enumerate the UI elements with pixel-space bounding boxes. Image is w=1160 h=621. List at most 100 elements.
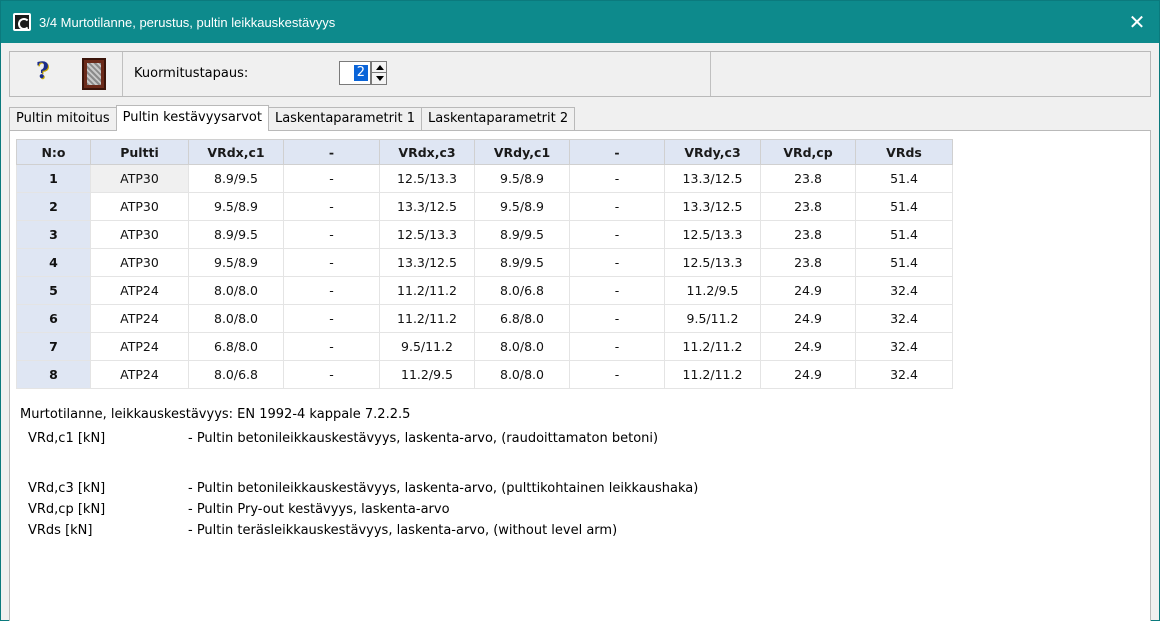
- table-row[interactable]: 6 ATP24 8.0/8.0-11.2/11.2 6.8/8.0-9.5/11.2 2…: [16, 304, 953, 333]
- toolbar: ? Kuormitustapaus: 2: [9, 51, 1151, 97]
- table-cell: -: [569, 192, 665, 221]
- table-cell: -: [283, 332, 380, 361]
- load-case-input[interactable]: 2: [339, 61, 371, 85]
- table-cell: -: [283, 220, 380, 249]
- notes-heading: Murtotilanne, leikkauskestävyys: EN 1992…: [20, 407, 411, 422]
- table-cell: 6.8/8.0: [188, 332, 284, 361]
- row-number: 6: [16, 304, 91, 333]
- bolt-cell[interactable]: ATP24: [90, 332, 189, 361]
- column-header[interactable]: -: [569, 139, 665, 165]
- table-cell: 51.4: [855, 220, 953, 249]
- table-cell: -: [283, 248, 380, 277]
- table-cell: -: [569, 220, 665, 249]
- table-cell: 13.3/12.5: [664, 192, 761, 221]
- column-header[interactable]: VRd,cp: [760, 139, 856, 165]
- table-cell: -: [569, 360, 665, 389]
- table-cell: 8.9/9.5: [474, 248, 570, 277]
- table-cell: 11.2/9.5: [379, 360, 475, 389]
- table-row[interactable]: 2 ATP30 9.5/8.9-13.3/12.5 9.5/8.9-13.3/12.5…: [16, 192, 953, 221]
- definition-row: VRd,c3 [kN] - Pultin betonileikkauskestäv…: [28, 481, 698, 496]
- bolt-cell[interactable]: ATP24: [90, 360, 189, 389]
- table-cell: -: [283, 304, 380, 333]
- definition-desc: - Pultin betonileikkauskestävyys, lasken…: [188, 431, 659, 446]
- load-case-value: 2: [353, 65, 368, 81]
- definition-key: VRd,c1 [kN]: [28, 431, 106, 446]
- table-cell: 8.9/9.5: [188, 164, 284, 193]
- table-row[interactable]: 8 ATP24 8.0/6.8-11.2/9.5 8.0/8.0-11.2/11.2 2…: [16, 360, 953, 389]
- tab-laskentaparametrit-1[interactable]: Laskentaparametrit 1: [267, 107, 423, 131]
- table-cell: 9.5/8.9: [188, 248, 284, 277]
- help-icon[interactable]: ?: [36, 58, 60, 90]
- bolt-cell[interactable]: ATP30: [90, 164, 189, 193]
- table-cell: 24.9: [760, 276, 856, 305]
- tab-pultin-kestavyysarvot[interactable]: Pultin kestävyysarvot: [115, 105, 269, 131]
- table-cell: -: [283, 192, 380, 221]
- table-cell: 51.4: [855, 248, 953, 277]
- table-cell: 12.5/13.3: [664, 220, 761, 249]
- table-cell: 32.4: [855, 332, 953, 361]
- column-header[interactable]: VRds: [855, 139, 953, 165]
- bolt-cell[interactable]: ATP30: [90, 220, 189, 249]
- definition-key: VRd,c3 [kN]: [28, 481, 106, 496]
- table-cell: -: [283, 164, 380, 193]
- table-cell: 11.2/11.2: [379, 276, 475, 305]
- row-number: 4: [16, 248, 91, 277]
- table-cell: 32.4: [855, 276, 953, 305]
- spinner-divider: [372, 72, 386, 73]
- column-header[interactable]: VRdy,c3: [664, 139, 761, 165]
- table-row[interactable]: 5 ATP24 8.0/8.0-11.2/11.2 8.0/6.8-11.2/9.5 2…: [16, 276, 953, 305]
- table-cell: 12.5/13.3: [664, 248, 761, 277]
- column-header[interactable]: VRdx,c3: [379, 139, 475, 165]
- row-number: 5: [16, 276, 91, 305]
- table-cell: 9.5/8.9: [188, 192, 284, 221]
- table-cell: 8.0/6.8: [474, 276, 570, 305]
- table-cell: -: [569, 248, 665, 277]
- table-cell: -: [283, 360, 380, 389]
- table-cell: -: [569, 164, 665, 193]
- tab-pultin-mitoitus[interactable]: Pultin mitoitus: [9, 107, 117, 131]
- door-icon[interactable]: [82, 58, 106, 90]
- definition-desc: - Pultin betonileikkauskestävyys, lasken…: [188, 481, 699, 496]
- column-header[interactable]: N:o: [16, 139, 91, 165]
- table-cell: 8.0/8.0: [188, 304, 284, 333]
- column-header[interactable]: VRdx,c1: [188, 139, 284, 165]
- table-cell: 23.8: [760, 164, 856, 193]
- table-cell: 11.2/11.2: [379, 304, 475, 333]
- definition-row: VRd,cp [kN] - Pultin Pry-out kestävyys, l…: [28, 502, 450, 517]
- bolt-cell[interactable]: ATP24: [90, 304, 189, 333]
- table-cell: -: [569, 332, 665, 361]
- bolt-cell[interactable]: ATP24: [90, 276, 189, 305]
- column-header[interactable]: -: [283, 139, 380, 165]
- table-cell: 8.9/9.5: [188, 220, 284, 249]
- table-cell: 9.5/11.2: [379, 332, 475, 361]
- table-cell: 13.3/12.5: [664, 164, 761, 193]
- app-logo-icon: [13, 13, 31, 31]
- notes-panel: Murtotilanne, leikkauskestävyys: EN 1992…: [9, 401, 1151, 621]
- table-row[interactable]: 1 ATP30 8.9/9.5-12.5/13.3 9.5/8.9-13.3/12.5…: [16, 164, 953, 193]
- definition-desc: - Pultin teräsleikkauskestävyys, laskent…: [188, 523, 618, 538]
- table-cell: 11.2/11.2: [664, 360, 761, 389]
- results-panel: N:o Pultti VRdx,c1- VRdx,c3 VRdy,c1- VRdy,c3 V…: [9, 130, 1151, 402]
- definition-key: VRd,cp [kN]: [28, 502, 106, 517]
- table-cell: 23.8: [760, 192, 856, 221]
- column-header[interactable]: VRdy,c1: [474, 139, 570, 165]
- table-cell: 32.4: [855, 304, 953, 333]
- bolt-cell[interactable]: ATP30: [90, 248, 189, 277]
- tab-laskentaparametrit-2[interactable]: Laskentaparametrit 2: [421, 107, 576, 131]
- bolt-cell[interactable]: ATP30: [90, 192, 189, 221]
- table-cell: 9.5/8.9: [474, 192, 570, 221]
- column-header[interactable]: Pultti: [90, 139, 189, 165]
- table-cell: 24.9: [760, 304, 856, 333]
- definition-key: VRds [kN]: [28, 523, 93, 538]
- table-row[interactable]: 3 ATP30 8.9/9.5-12.5/13.3 8.9/9.5-12.5/13.3…: [16, 220, 953, 249]
- table-row[interactable]: 7 ATP24 6.8/8.0-9.5/11.2 8.0/8.0-11.2/11.2 2…: [16, 332, 953, 361]
- row-number: 7: [16, 332, 91, 361]
- table-cell: 11.2/11.2: [664, 332, 761, 361]
- row-number: 3: [16, 220, 91, 249]
- load-case-spinner[interactable]: [371, 61, 387, 85]
- table-row[interactable]: 4 ATP30 9.5/8.9-13.3/12.5 8.9/9.5-12.5/13.3…: [16, 248, 953, 277]
- title-bar[interactable]: 3/4 Murtotilanne, perustus, pultin leikk…: [1, 1, 1159, 43]
- toolbar-divider: [710, 52, 711, 96]
- close-icon[interactable]: ✕: [1115, 1, 1159, 43]
- table-cell: 6.8/8.0: [474, 304, 570, 333]
